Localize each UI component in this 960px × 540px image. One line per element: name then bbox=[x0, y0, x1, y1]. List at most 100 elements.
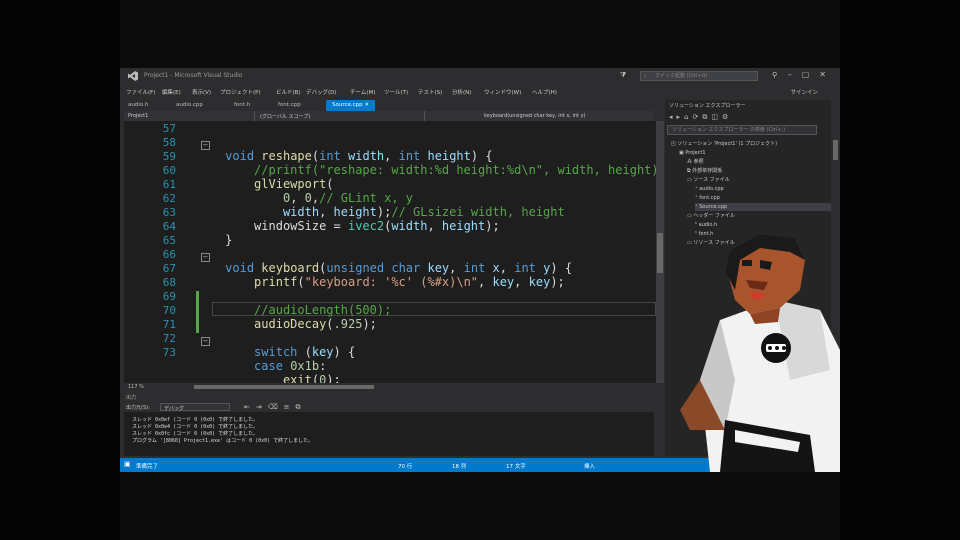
output-line: スレッド 0x0fc (コード 0 (0x0) で終了しました。 bbox=[132, 431, 259, 437]
status-icon: ▣ bbox=[124, 460, 131, 468]
solution-tree-item[interactable]: ⁺ Source.cpp bbox=[695, 203, 831, 211]
solution-tree-item-label: font.cpp bbox=[699, 195, 720, 201]
menu-tools[interactable]: ツール(T) bbox=[384, 88, 408, 96]
output-source-select[interactable]: デバッグ bbox=[160, 403, 230, 412]
menu-test[interactable]: テスト(S) bbox=[418, 88, 442, 96]
output-source-label: 出力元(S): bbox=[126, 405, 150, 411]
navigation-bar: Project1 (グローバル スコープ) keyboard(unsigned … bbox=[124, 111, 654, 121]
menu-edit[interactable]: 編集(E) bbox=[162, 88, 181, 96]
code-line: void keyboard(unsigned char key, int x, … bbox=[225, 261, 573, 275]
output-line: スレッド 0x0e4 (コード 0 (0x0) で終了しました。 bbox=[132, 424, 259, 430]
solution-tree-item[interactable]: ⧉ 外部依存関係 bbox=[687, 167, 831, 175]
menu-view[interactable]: 表示(V) bbox=[192, 88, 211, 96]
solution-explorer-toolbar[interactable]: ◂▸⌂⟳⧉◫⚙ bbox=[669, 113, 732, 122]
left-letterbox bbox=[0, 0, 120, 540]
solution-tree-item-label: audio.cpp bbox=[699, 186, 724, 192]
horizontal-scrollbar-thumb[interactable] bbox=[194, 385, 374, 389]
code-line: windowSize = ivec2(width, height); bbox=[124, 219, 500, 233]
streamer-avatar bbox=[680, 234, 840, 472]
tab-font-cpp[interactable]: font.cpp bbox=[272, 100, 307, 111]
code-line: //printf("reshape: width:%d height:%d\n"… bbox=[254, 163, 656, 177]
project-dropdown[interactable]: Project1 bbox=[128, 113, 148, 119]
title-bar: Project1 - Microsoft Visual Studio ⧩ ⌕ ク… bbox=[120, 68, 840, 84]
member-dropdown[interactable]: keyboard(unsigned char key, int x, int y… bbox=[484, 113, 585, 119]
code-line: } bbox=[124, 233, 233, 247]
solution-tree-item-label: 参照 bbox=[693, 159, 704, 165]
filter-icon[interactable]: ⧩ bbox=[620, 71, 626, 80]
menu-bar: ファイル(F) 編集(E) 表示(V) プロジェクト(P) ビルド(B) デバッ… bbox=[120, 84, 840, 98]
solution-tree-item[interactable]: ʰ audio.h bbox=[695, 221, 831, 229]
solution-tree-item[interactable]: ▭ ヘッダー ファイル bbox=[687, 212, 831, 220]
menu-build[interactable]: ビルド(B) bbox=[276, 88, 301, 96]
output-line: スレッド 0x0ef (コード 0 (0x0) で終了しました。 bbox=[132, 417, 259, 423]
solution-tree-item[interactable]: ▭ ソース ファイル bbox=[687, 176, 831, 184]
solution-tree-item[interactable]: ⁺ font.cpp bbox=[695, 194, 831, 202]
output-text-area[interactable]: スレッド 0x0ef (コード 0 (0x0) で終了しました。 スレッド 0x… bbox=[124, 412, 654, 456]
close-icon[interactable]: ✕ bbox=[364, 102, 369, 108]
solution-tree-item-label: 外部依存関係 bbox=[692, 168, 723, 174]
menu-window[interactable]: ウィンドウ(W) bbox=[484, 88, 521, 96]
search-icon: ⌕ bbox=[644, 73, 647, 79]
code-line: case 0x1b: bbox=[254, 359, 327, 373]
solution-tree-item-label: Source.cpp bbox=[699, 204, 728, 210]
scrollbar-thumb[interactable] bbox=[833, 140, 838, 160]
window-controls[interactable]: –▢✕ bbox=[788, 70, 836, 79]
solution-explorer-title: ソリューション エクスプローラー bbox=[669, 103, 746, 109]
solution-tree-item-label: ソース ファイル bbox=[693, 177, 730, 183]
tab-source-cpp[interactable]: Source.cpp ✕ bbox=[326, 100, 376, 111]
solution-tree-item[interactable]: ▣ Project1 bbox=[679, 149, 831, 157]
divider bbox=[254, 111, 255, 121]
scope-dropdown[interactable]: (グローバル スコープ) bbox=[260, 113, 310, 120]
solution-search-input[interactable]: ソリューション エクスプローラー の検索 (Ctrl+;) bbox=[667, 125, 817, 135]
output-toolbar: 出力元(S): デバッグ ⇤⇥⌫≡⧉ bbox=[124, 402, 660, 412]
editor-vertical-scrollbar[interactable] bbox=[656, 121, 664, 383]
status-insert-mode: 挿入 bbox=[584, 464, 596, 470]
solution-tree-item-label: Project1 bbox=[685, 150, 706, 156]
status-line: 70 行 bbox=[398, 464, 413, 470]
tab-source-cpp-label: Source.cpp bbox=[332, 102, 363, 108]
zoom-level[interactable]: 117 % bbox=[128, 384, 144, 390]
references-icon: ⁂ bbox=[687, 159, 694, 165]
code-line: void reshape(int width, int height) { bbox=[225, 149, 493, 163]
code-line: switch (key) { bbox=[254, 345, 356, 359]
output-toolbar-icons[interactable]: ⇤⇥⌫≡⧉ bbox=[244, 403, 307, 412]
tab-audio-h[interactable]: audio.h bbox=[122, 100, 154, 111]
menu-file[interactable]: ファイル(F) bbox=[126, 88, 155, 96]
status-char: 17 文字 bbox=[506, 464, 526, 470]
code-line: printf("keyboard: '%c' (%#x)\n", key, ke… bbox=[254, 275, 565, 289]
output-panel-header: 出力 bbox=[120, 392, 660, 402]
solution-tree-item-label: ソリューション 'Project1' (1 プロジェクト) bbox=[677, 141, 778, 147]
code-line: 0, 0,// GLint x, y bbox=[282, 191, 414, 205]
quick-launch-input[interactable]: ⌕ クイック起動 (Ctrl+Q) bbox=[640, 71, 758, 81]
code-line: glViewport( bbox=[254, 177, 334, 191]
menu-analyze[interactable]: 分析(N) bbox=[452, 88, 471, 96]
right-letterbox bbox=[840, 0, 960, 540]
output-panel-title: 出力 bbox=[126, 395, 137, 401]
scrollbar-thumb[interactable] bbox=[657, 233, 663, 273]
solution-tree-item[interactable]: ⁺ audio.cpp bbox=[695, 185, 831, 193]
code-line: //audioLength(500); bbox=[254, 303, 392, 317]
menu-project[interactable]: プロジェクト(P) bbox=[220, 88, 261, 96]
solution-tree-item[interactable]: ⁂ 参照 bbox=[687, 158, 831, 166]
window-title: Project1 - Microsoft Visual Studio bbox=[144, 72, 243, 79]
solution-tree-item-label: ヘッダー ファイル bbox=[693, 213, 735, 219]
tab-audio-cpp[interactable]: audio.cpp bbox=[170, 100, 209, 111]
pin-icon[interactable]: ⚲ bbox=[772, 71, 777, 79]
sign-in-link[interactable]: サインイン bbox=[790, 88, 818, 96]
tab-font-h[interactable]: font.h bbox=[228, 100, 256, 111]
code-editor[interactable]: 57 58 59 60 61 62 63 64 65 66 67 68 69 70 71 72 73 − − −… bbox=[124, 121, 656, 383]
output-line: プログラム '[8060] Project1.exe' はコード 0 (0x0)… bbox=[132, 438, 314, 444]
solution-search-placeholder: ソリューション エクスプローラー の検索 (Ctrl+;) bbox=[672, 127, 786, 133]
solution-tree-item[interactable]: ◰ ソリューション 'Project1' (1 プロジェクト) bbox=[671, 140, 831, 148]
menu-help[interactable]: ヘルプ(H) bbox=[532, 88, 557, 96]
code-line: exit(0); bbox=[282, 373, 341, 383]
status-column: 18 列 bbox=[452, 464, 467, 470]
video-frame: Project1 - Microsoft Visual Studio ⧩ ⌕ ク… bbox=[120, 0, 840, 540]
menu-debug[interactable]: デバッグ(D) bbox=[306, 88, 337, 96]
solution-tree-item-label: audio.h bbox=[698, 222, 718, 228]
menu-team[interactable]: チーム(M) bbox=[350, 88, 375, 96]
